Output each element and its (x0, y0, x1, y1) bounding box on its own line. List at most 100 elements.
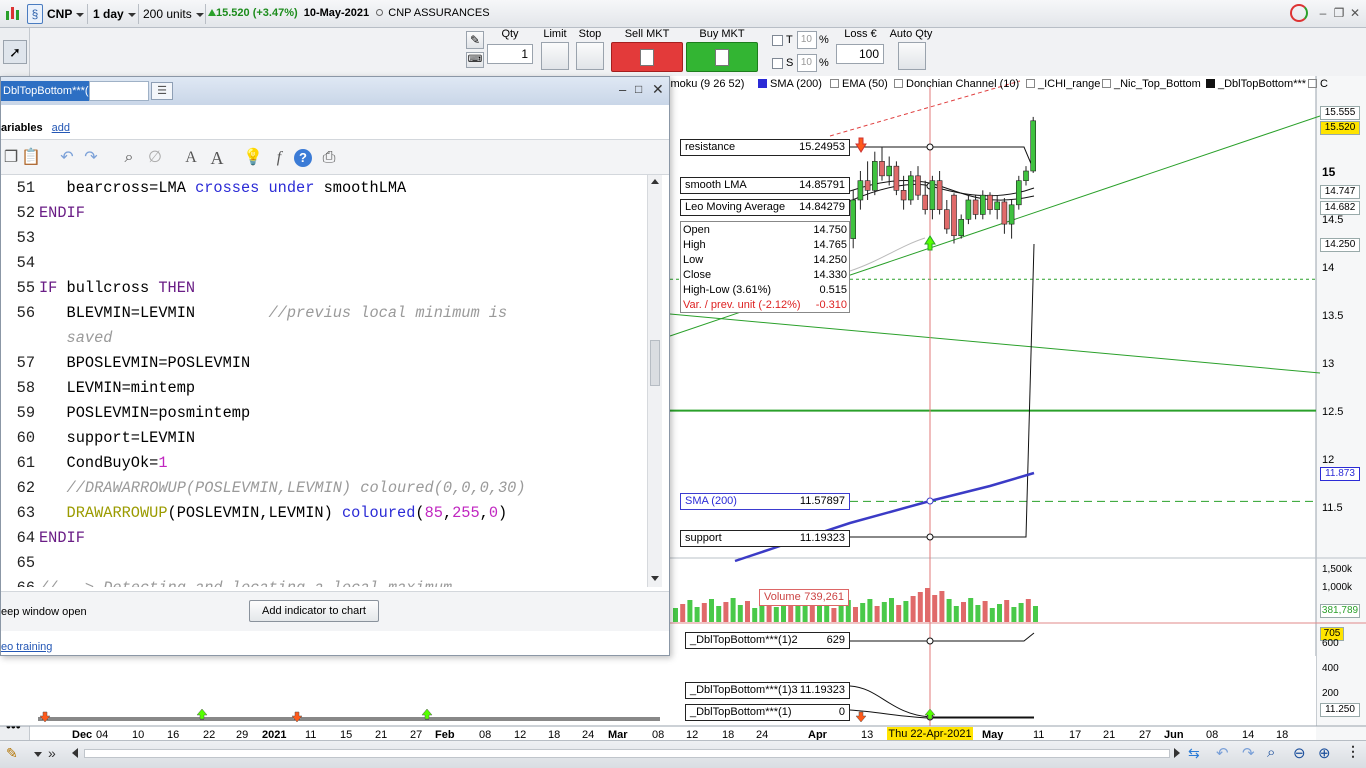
buy-market-button[interactable] (686, 42, 758, 72)
sell-market-button[interactable] (611, 42, 683, 72)
code-line[interactable]: 53 (1, 226, 39, 251)
loss-input[interactable]: 100 (836, 44, 884, 64)
code-line[interactable]: 64 ENDIF (1, 526, 85, 551)
legend-ichimoku[interactable]: imoku (9 26 52) (668, 78, 744, 90)
scroll-thumb[interactable] (650, 340, 660, 386)
redo-chart-icon[interactable]: ↷ (1242, 744, 1255, 762)
paste-icon[interactable]: 📋 (21, 148, 41, 168)
search-icon[interactable]: ⌕ (119, 148, 139, 168)
minimize-editor-icon[interactable]: – (619, 82, 633, 98)
lightbulb-icon[interactable]: 💡 (243, 148, 263, 168)
wrench-icon[interactable]: ✎ (466, 31, 484, 49)
keyboard-icon[interactable]: ⌨ (466, 52, 484, 68)
code-line[interactable]: 62 //DRAWARROWUP(POSLEVMIN,LEVMIN) colou… (1, 476, 526, 501)
volume-bar (874, 606, 880, 622)
function-icon[interactable]: f (269, 148, 289, 168)
code-line[interactable]: 51 bearcross=LMA crosses under smoothLMA (1, 176, 407, 201)
volume-tick: 1,500k (1322, 564, 1353, 575)
ohlc-value: 0.515 (819, 284, 847, 296)
video-training-link[interactable]: eo training (1, 641, 52, 653)
symbol-dropdown[interactable]: CNP (47, 5, 85, 23)
comment-icon[interactable]: ∅ (145, 148, 165, 168)
print-icon[interactable]: ⎙ (319, 148, 339, 168)
refresh-icon[interactable] (1290, 4, 1308, 22)
code-line[interactable]: 55 IF bullcross THEN (1, 276, 195, 301)
ohlc-label: High (683, 239, 706, 251)
legend-dbl[interactable]: _DblTopBottom*** (1206, 78, 1306, 90)
add-variable-link[interactable]: add (52, 122, 70, 134)
t-input[interactable]: 10 (797, 31, 817, 49)
restore-icon[interactable]: ❐ (1332, 6, 1346, 20)
help-icon[interactable]: ? (294, 149, 312, 167)
undo-chart-icon[interactable]: ↶ (1216, 744, 1229, 762)
code-line[interactable]: 56 BLEVMIN=LEVMIN //previus local minimu… (1, 301, 508, 326)
maximize-editor-icon[interactable]: □ (635, 82, 649, 98)
chevron-down-icon[interactable] (34, 752, 42, 757)
legend-donchian[interactable]: Donchian Channel (10) (894, 78, 1019, 90)
candle-body (900, 190, 907, 201)
s-checkbox[interactable] (772, 58, 783, 69)
keep-open-label[interactable]: eep window open (1, 606, 87, 618)
scroll-up-icon[interactable] (651, 179, 659, 184)
t-checkbox[interactable] (772, 35, 783, 46)
legend-ichi-range[interactable]: _ICHI_range (1026, 78, 1100, 90)
close-editor-icon[interactable]: ✕ (652, 81, 666, 97)
dbl2-label: _DblTopBottom***(1)2 629 (685, 632, 850, 649)
decrease-font-icon[interactable]: A (181, 148, 201, 168)
close-icon[interactable]: ✕ (1348, 6, 1362, 20)
code-line[interactable]: 63 DRAWARROWUP(POSLEVMIN,LEVMIN) coloure… (1, 501, 508, 526)
units-dropdown[interactable]: 200 units (143, 5, 204, 23)
code-line[interactable]: 66 // --> Detecting and locating a local … (1, 576, 452, 587)
autoqty-button[interactable] (898, 42, 926, 70)
scroll-left-icon[interactable] (72, 748, 78, 758)
limit-order-button[interactable] (541, 42, 569, 70)
y-tick: 14 (1322, 262, 1335, 274)
volume-bar (817, 605, 822, 622)
chart-type-icon[interactable] (4, 5, 22, 23)
legend-nic[interactable]: _Nic_Top_Bottom (1102, 78, 1201, 90)
code-line[interactable]: 60 support=LEVMIN (1, 426, 195, 451)
chart-scrollbar[interactable] (84, 749, 1170, 758)
volume-bar (896, 605, 902, 622)
chevron-down-icon (195, 12, 204, 17)
increase-font-icon[interactable]: A (207, 148, 227, 168)
more-options-icon[interactable]: ⋮ (1346, 743, 1360, 760)
editor-scrollbar[interactable] (647, 175, 662, 587)
expand-icon[interactable]: » (48, 745, 56, 761)
instrument-name: CNP ASSURANCES (388, 7, 490, 19)
sync-icon[interactable]: ⇆ (1188, 745, 1200, 762)
legend-more[interactable]: C (1308, 78, 1328, 90)
s-input[interactable]: 10 (797, 54, 817, 72)
legend-ema[interactable]: EMA (50) (830, 78, 888, 90)
code-line[interactable]: 57 BPOSLEVMIN=POSLEVMIN (1, 351, 251, 376)
drawing-tool-icon[interactable]: ✎ (6, 745, 26, 763)
zoom-fit-icon[interactable]: ⌕ (1267, 744, 1275, 761)
scroll-right-icon[interactable] (1174, 748, 1180, 758)
add-indicator-button[interactable]: Add indicator to chart (249, 600, 379, 622)
leo-ma-name: Leo Moving Average (685, 201, 786, 213)
indicator-name-tab[interactable]: DblTopBottom***(1) (1, 81, 89, 101)
code-line[interactable]: 61 CondBuyOk=1 (1, 451, 168, 476)
scroll-down-icon[interactable] (651, 576, 659, 581)
code-line[interactable]: 52 ENDIF (1, 201, 85, 226)
undo-icon[interactable]: ↶ (57, 148, 77, 168)
zoom-in-icon[interactable]: ⊕ (1318, 744, 1331, 762)
zoom-out-icon[interactable]: ⊖ (1293, 744, 1306, 762)
code-line[interactable]: 54 (1, 251, 39, 276)
legend-sma[interactable]: SMA (200) (758, 78, 822, 90)
minimize-icon[interactable]: – (1316, 6, 1330, 20)
qty-input[interactable]: 1 (487, 44, 533, 64)
code-line[interactable]: saved (1, 326, 113, 351)
timeframe-dropdown[interactable]: 1 day (93, 5, 136, 23)
notes-icon[interactable]: ☰ (151, 82, 173, 100)
redo-icon[interactable]: ↷ (81, 148, 101, 168)
stop-order-button[interactable] (576, 42, 604, 70)
copy-icon[interactable]: ❐ (1, 148, 21, 168)
link-icon[interactable]: § (27, 4, 43, 24)
code-line[interactable]: 65 (1, 551, 39, 576)
indicator-name-field[interactable] (89, 81, 149, 101)
code-line[interactable]: 59 POSLEVMIN=posmintemp (1, 401, 251, 426)
pointer-tool-icon[interactable]: ➚ (3, 40, 27, 64)
code-area[interactable]: 51 bearcross=LMA crosses under smoothLMA… (1, 175, 646, 587)
code-line[interactable]: 58 LEVMIN=mintemp (1, 376, 195, 401)
